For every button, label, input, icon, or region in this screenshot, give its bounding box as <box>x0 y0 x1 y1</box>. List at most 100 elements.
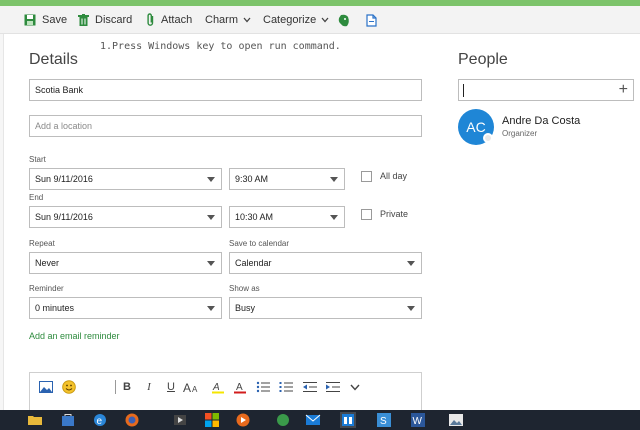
taskbar: e S W <box>0 410 640 430</box>
bold-button[interactable]: B <box>120 379 134 395</box>
numbered-list-button[interactable] <box>278 379 294 395</box>
font-color-button[interactable]: A <box>232 379 248 395</box>
reminder-select[interactable]: 0 minutes <box>29 297 222 319</box>
window-edge <box>0 34 4 410</box>
calendar-select[interactable]: Calendar <box>229 252 422 274</box>
reminder-label: Reminder <box>29 284 64 293</box>
insert-picture-button[interactable] <box>38 379 54 395</box>
highlight-icon: A <box>212 382 224 394</box>
save-to-calendar-label: Save to calendar <box>229 239 290 248</box>
editor-text: 1.Press Windows key to open run command. <box>100 41 341 52</box>
attach-button[interactable]: Attach <box>146 10 192 30</box>
svg-text:S: S <box>380 416 387 427</box>
attendee-role: Organizer <box>502 129 538 138</box>
dropdown-arrow-icon <box>407 306 415 311</box>
highlight-button[interactable]: A <box>210 379 226 395</box>
toolbar: Save Discard Attach Charm Categorize <box>0 6 640 34</box>
firefox-icon[interactable] <box>124 412 140 428</box>
reminder-value: 0 minutes <box>35 303 75 313</box>
svg-text:A: A <box>236 382 243 393</box>
save-button[interactable]: Save <box>24 10 67 30</box>
categorize-label: Categorize <box>263 14 317 26</box>
dropdown-arrow-icon <box>207 177 215 182</box>
calendar-value: Calendar <box>235 258 272 268</box>
end-time-select[interactable]: 10:30 AM <box>229 206 345 228</box>
numbered-list-icon <box>279 382 293 392</box>
discard-button[interactable]: Discard <box>78 10 132 30</box>
picture-icon <box>39 381 53 393</box>
save-icon <box>24 14 36 26</box>
details-heading: Details <box>29 51 78 68</box>
dropdown-arrow-icon <box>207 306 215 311</box>
end-label: End <box>29 193 44 202</box>
discard-label: Discard <box>95 14 133 26</box>
end-time-value: 10:30 AM <box>235 212 274 222</box>
repeat-label: Repeat <box>29 239 55 248</box>
evernote-icon <box>338 14 349 26</box>
avatar-initials: AC <box>466 119 486 135</box>
attendee-name: Andre Da Costa <box>502 115 581 127</box>
note-add-button[interactable] <box>366 10 377 30</box>
word-icon[interactable]: W <box>410 412 426 428</box>
repeat-value: Never <box>35 258 60 268</box>
start-label: Start <box>29 155 46 164</box>
chevron-down-icon <box>321 17 329 23</box>
document-icon <box>366 13 377 27</box>
start-time-value: 9:30 AM <box>235 174 269 184</box>
end-date-select[interactable]: Sun 9/11/2016 <box>29 206 222 228</box>
media-player-icon[interactable] <box>235 412 251 428</box>
svg-text:A: A <box>183 381 191 393</box>
event-title-input[interactable]: Scotia Bank <box>29 79 422 101</box>
bullet-list-button[interactable] <box>255 379 271 395</box>
calendar-app-icon[interactable] <box>340 412 356 428</box>
start-date-select[interactable]: Sun 9/11/2016 <box>29 168 222 190</box>
media-icon[interactable] <box>172 412 188 428</box>
location-input[interactable]: Add a location <box>29 115 422 137</box>
dropdown-arrow-icon <box>407 261 415 266</box>
evernote-button[interactable] <box>338 10 350 30</box>
file-explorer-icon[interactable] <box>27 412 43 428</box>
dropdown-arrow-icon <box>330 215 338 220</box>
private-label: Private <box>380 209 409 219</box>
show-as-select[interactable]: Busy <box>229 297 422 319</box>
dropdown-arrow-icon <box>207 215 215 220</box>
all-day-label: All day <box>380 171 408 181</box>
add-person-icon[interactable]: + <box>619 81 628 99</box>
add-email-reminder-link[interactable]: Add an email reminder <box>29 331 120 341</box>
font-size-icon: AA <box>183 381 198 393</box>
app-icon[interactable] <box>275 412 291 428</box>
svg-text:W: W <box>413 416 423 427</box>
photos-icon[interactable] <box>448 412 464 428</box>
repeat-select[interactable]: Never <box>29 252 222 274</box>
decrease-indent-button[interactable] <box>302 379 318 395</box>
people-search-input[interactable]: + <box>458 79 634 101</box>
ie-icon[interactable]: e <box>92 412 108 428</box>
font-size-button[interactable]: AA <box>182 379 202 395</box>
charm-label: Charm <box>205 14 239 26</box>
trash-icon <box>78 14 89 26</box>
decrease-indent-icon <box>303 382 317 392</box>
save-label: Save <box>42 14 68 26</box>
store-icon[interactable] <box>60 412 76 428</box>
emoji-button[interactable] <box>61 379 77 395</box>
svg-text:A: A <box>212 382 220 393</box>
charm-dropdown[interactable]: Charm <box>205 10 251 30</box>
underline-button[interactable]: U <box>164 379 178 395</box>
outlook-icon[interactable] <box>305 412 321 428</box>
italic-button[interactable]: I <box>142 379 156 395</box>
emoji-icon <box>62 380 76 394</box>
notes-editor[interactable]: B I U AA A A <box>29 372 422 412</box>
end-date-value: Sun 9/11/2016 <box>35 212 93 222</box>
categorize-dropdown[interactable]: Categorize <box>263 10 329 30</box>
bullet-list-icon <box>256 381 270 393</box>
increase-indent-button[interactable] <box>325 379 341 395</box>
all-day-checkbox[interactable] <box>361 171 372 182</box>
office-icon[interactable] <box>204 412 220 428</box>
private-checkbox[interactable] <box>361 209 372 220</box>
people-heading: People <box>458 51 508 68</box>
svg-text:e: e <box>97 416 103 427</box>
more-formatting-button[interactable] <box>348 379 362 395</box>
skype-icon[interactable]: S <box>376 412 392 428</box>
start-time-select[interactable]: 9:30 AM <box>229 168 345 190</box>
increase-indent-icon <box>326 382 340 392</box>
